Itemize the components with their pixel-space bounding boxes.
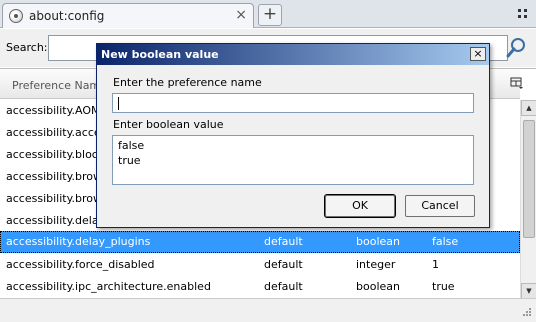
status-bar: [0, 298, 536, 322]
column-header-name[interactable]: Preference Name: [12, 79, 107, 92]
cancel-button[interactable]: Cancel: [405, 195, 475, 217]
tab-title: about:config: [29, 9, 105, 23]
new-tab-button[interactable]: +: [258, 4, 282, 26]
text-caret: [118, 97, 119, 110]
table-row-selected[interactable]: accessibility.delay_plugins default bool…: [0, 231, 520, 253]
preference-name-label: Enter the preference name: [113, 76, 262, 89]
pref-name: accessibility.force_disabled: [6, 258, 155, 271]
resize-grip-icon[interactable]: [522, 307, 532, 317]
pref-status: default: [264, 235, 303, 248]
pref-name: accessibility.delay_plugins: [6, 235, 151, 248]
pref-name: accessibility.brows: [6, 192, 108, 205]
vertical-scrollbar[interactable]: ▲ ▼: [520, 100, 536, 299]
close-tab-icon[interactable]: ×: [235, 7, 247, 23]
scroll-up-arrow-icon[interactable]: ▲: [521, 100, 536, 116]
dialog-titlebar[interactable]: New boolean value ×: [97, 44, 489, 65]
pref-name: accessibility.delay_: [6, 214, 111, 227]
pref-value: true: [432, 280, 455, 293]
pref-status: default: [264, 258, 303, 271]
ok-button[interactable]: OK: [324, 194, 396, 218]
scrollbar-thumb[interactable]: [523, 120, 535, 238]
tab-strip: about:config × +: [0, 0, 536, 28]
globe-icon: [9, 9, 23, 23]
table-row[interactable]: accessibility.force_disabled default int…: [0, 254, 520, 276]
search-label: Search:: [6, 41, 48, 54]
dialog-close-icon[interactable]: ×: [470, 47, 486, 61]
tab-groups-icon[interactable]: [518, 9, 528, 19]
column-picker-icon[interactable]: [510, 77, 524, 89]
pref-value: 1: [432, 258, 439, 271]
tab-about-config[interactable]: about:config ×: [2, 3, 254, 28]
search-icon[interactable]: [505, 37, 527, 59]
pref-name: accessibility.ipc_architecture.enabled: [6, 280, 211, 293]
dialog-title: New boolean value: [101, 48, 219, 61]
option-true[interactable]: true: [118, 154, 141, 167]
boolean-value-list[interactable]: false true: [112, 135, 474, 185]
table-row[interactable]: accessibility.ipc_architecture.enabled d…: [0, 276, 520, 298]
option-false[interactable]: false: [118, 139, 144, 152]
new-boolean-dialog: New boolean value × Enter the preference…: [96, 43, 490, 228]
pref-name: accessibility.brows: [6, 170, 108, 183]
pref-type: boolean: [356, 280, 400, 293]
pref-status: default: [264, 280, 303, 293]
preference-name-input[interactable]: [112, 93, 474, 113]
pref-value: false: [432, 235, 459, 248]
pref-type: boolean: [356, 235, 400, 248]
pref-type: integer: [356, 258, 396, 271]
scroll-down-arrow-icon[interactable]: ▼: [521, 283, 536, 299]
boolean-value-label: Enter boolean value: [113, 118, 224, 131]
